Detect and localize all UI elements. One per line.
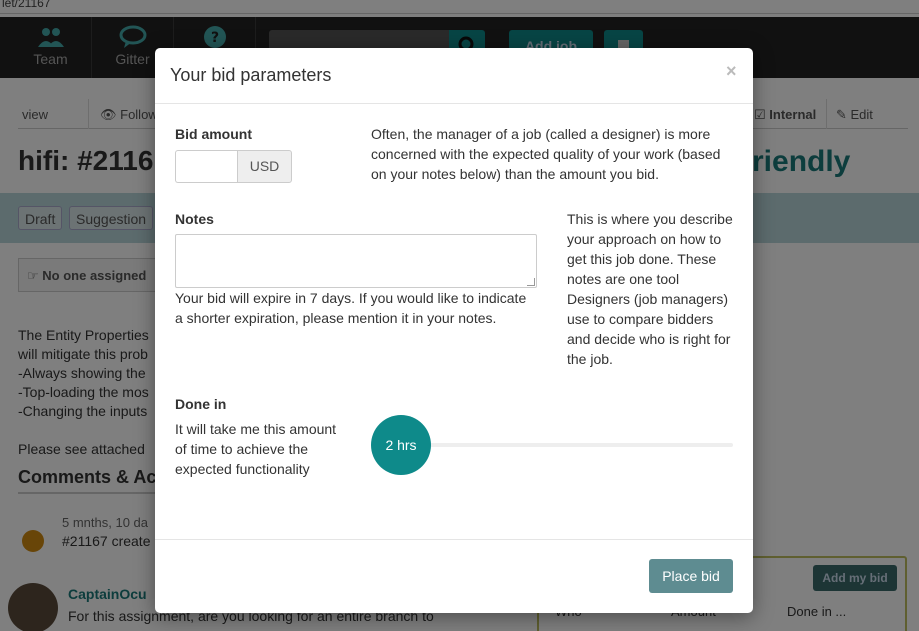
help-line: expected functionality — [175, 461, 310, 477]
help-line: This is where you describe — [567, 211, 733, 227]
help-line: use to compare bidders — [567, 311, 714, 327]
close-button[interactable]: × — [726, 61, 737, 82]
currency-addon: USD — [237, 150, 292, 183]
bid-help-text: Often, the manager of a job (called a de… — [371, 124, 720, 184]
done-in-help: It will take me this amount of time to a… — [175, 419, 336, 479]
help-line: concerned with the expected quality of y… — [371, 146, 721, 162]
help-line: your approach on how to — [567, 231, 722, 247]
modal-title: Your bid parameters — [170, 65, 332, 85]
help-line: of time to achieve the — [175, 441, 309, 457]
resize-handle-icon[interactable] — [527, 278, 535, 286]
notes-label: Notes — [175, 211, 214, 227]
help-line: on your notes below) than the amount you… — [371, 166, 659, 182]
help-line: a shorter expiration, please mention it … — [175, 310, 497, 326]
bid-amount-input[interactable] — [175, 150, 237, 183]
bid-amount-label: Bid amount — [175, 126, 252, 142]
help-line: the job. — [567, 351, 613, 367]
bid-modal: Your bid parameters × Bid amount USD Oft… — [155, 48, 753, 613]
help-line: notes are one tool — [567, 271, 680, 287]
done-in-slider-handle[interactable]: 2 hrs — [371, 415, 431, 475]
notes-textarea[interactable] — [175, 234, 537, 288]
help-line: It will take me this amount — [175, 421, 337, 437]
place-bid-button[interactable]: Place bid — [649, 559, 733, 593]
notes-help-text: Your bid will expire in 7 days. If you w… — [175, 288, 526, 328]
help-line: get this job done. These — [567, 251, 717, 267]
help-line: Often, the manager of a job (called a de… — [371, 126, 711, 142]
help-line: Your bid will expire in 7 days. If you w… — [175, 290, 527, 306]
modal-header: Your bid parameters × — [155, 48, 753, 104]
notes-side-help: This is where you describe your approach… — [567, 209, 733, 369]
done-in-label: Done in — [175, 396, 227, 412]
help-line: Designers (job managers) — [567, 291, 729, 307]
help-line: and decide who is right for — [567, 331, 731, 347]
